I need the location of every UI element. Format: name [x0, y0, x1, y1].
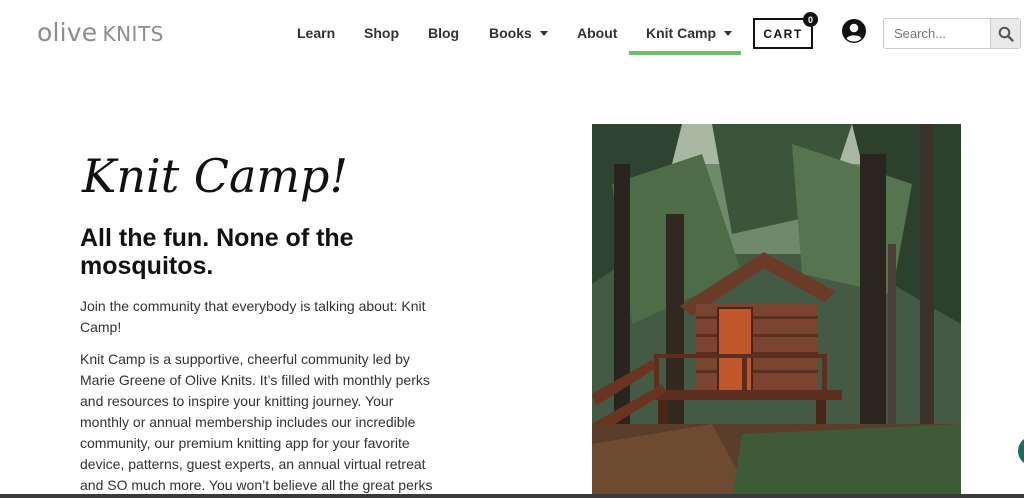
- chevron-down-icon: [539, 31, 548, 36]
- nav-item-learn[interactable]: Learn: [297, 25, 335, 41]
- account-icon[interactable]: [841, 18, 867, 44]
- hero-intro-text: Join the community that everybody is tal…: [80, 298, 426, 335]
- search-form: [883, 18, 1021, 49]
- page-bottom-bar: [0, 494, 1024, 498]
- search-icon: [998, 26, 1014, 42]
- script-title-text: Knit Camp!: [81, 149, 348, 203]
- search-input[interactable]: [884, 19, 992, 48]
- logo-knits: KNITS: [102, 22, 164, 46]
- search-button[interactable]: [990, 19, 1020, 48]
- logo-olive: olive: [37, 18, 98, 47]
- nav-item-shop[interactable]: Shop: [364, 25, 399, 41]
- nav-item-knit-camp[interactable]: Knit Camp: [646, 25, 732, 41]
- nav-item-blog[interactable]: Blog: [428, 25, 459, 41]
- knit-camp-script-title: Knit Camp!: [81, 149, 348, 203]
- hero-headline: All the fun. None of the mosquitos.: [80, 224, 354, 280]
- site-logo[interactable]: olive KNITS: [37, 20, 164, 45]
- cart-label: CART: [763, 26, 803, 41]
- nav-item-label: Learn: [297, 25, 336, 41]
- nav-item-label: About: [577, 25, 618, 41]
- chat-icon[interactable]: [1018, 436, 1024, 466]
- nav-item-about[interactable]: About: [577, 25, 617, 41]
- nav-active-indicator: [629, 51, 741, 55]
- nav-item-label: Blog: [428, 25, 460, 41]
- chevron-down-icon: [724, 31, 732, 36]
- cart-count-badge: 0: [803, 12, 818, 27]
- nav-item-books[interactable]: Books: [489, 25, 548, 41]
- nav-item-label: Books: [489, 25, 532, 41]
- site-header: olive KNITS Learn Shop Blog Books About …: [0, 0, 1024, 66]
- nav-item-label: Knit Camp: [646, 25, 716, 41]
- treehouse-image: [592, 124, 961, 498]
- nav-item-label: Shop: [364, 25, 399, 41]
- hero-body-text: Knit Camp is a supportive, cheerful comm…: [80, 351, 433, 493]
- treehouse-photo: [592, 124, 961, 498]
